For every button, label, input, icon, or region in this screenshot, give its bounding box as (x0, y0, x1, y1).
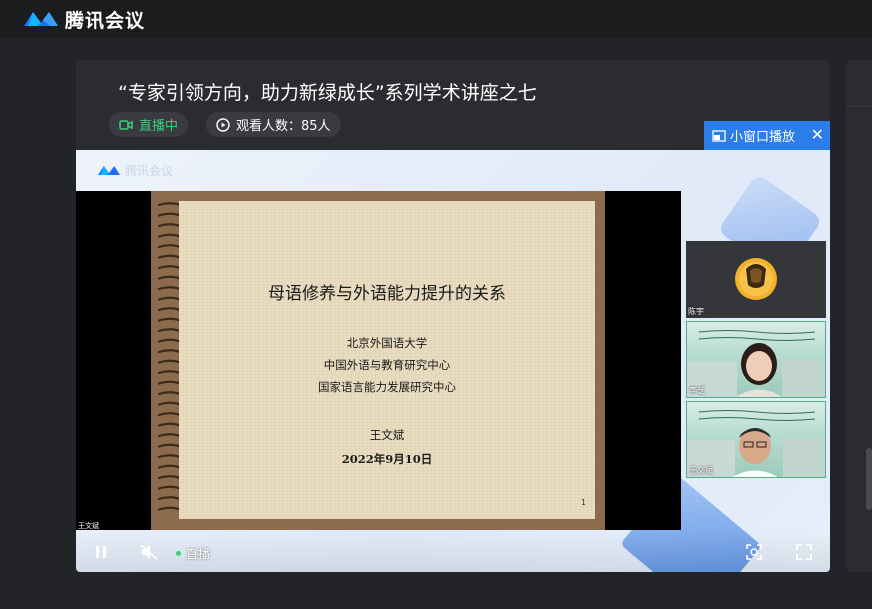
title-bar: 腾讯会议 (0, 0, 872, 38)
slide-org-3: 国家语言能力发展研究中心 (318, 380, 456, 394)
participant-name: 李芝 (689, 386, 705, 395)
watermark: 腾讯会议 (96, 162, 173, 179)
live-status-badge: 直播中 (109, 112, 189, 137)
slide-notebook: 母语修养与外语能力提升的关系 北京外国语大学 中国外语与教育研究中心 国家语言能… (151, 191, 605, 530)
tencent-meeting-logo-icon (22, 9, 60, 29)
viewer-count-badge: 观看人数：85人 (206, 112, 341, 137)
participant-list: 陈宇 李芝 王文斌 (686, 241, 826, 481)
slide-title: 母语修养与外语能力提升的关系 (268, 284, 506, 304)
participant-tile[interactable]: 李芝 (686, 321, 826, 398)
live-dot-icon (176, 551, 181, 556)
participant-name: 王文斌 (689, 466, 713, 475)
live-indicator: 直播 (176, 545, 210, 562)
watermark-text: 腾讯会议 (125, 164, 174, 178)
play-circle-icon (216, 117, 230, 132)
slide-speaker: 王文斌 (369, 428, 405, 442)
pause-icon[interactable] (94, 545, 108, 559)
app-name: 腾讯会议 (65, 9, 146, 32)
live-status-label: 直播中 (139, 119, 179, 134)
slide-page-number: 1 (581, 498, 587, 507)
live-indicator-label: 直播 (186, 547, 211, 561)
scrollbar[interactable] (866, 448, 872, 510)
mini-window-label: 小窗口播放 (730, 130, 796, 145)
watermark-logo-icon (97, 165, 121, 176)
video-player[interactable]: 腾讯会议 母语修养与外语能力提升的关系 北京外国语大学 中国外语与教育研究中心 … (76, 150, 830, 572)
slide-date: 2022年9月10日 (341, 452, 433, 466)
fullscreen-icon[interactable] (796, 544, 812, 560)
speaker-label: 王文斌 (78, 522, 99, 530)
slide-org-1: 北京外国语大学 (346, 336, 428, 350)
event-title: “专家引领方向，助力新绿成长”系列学术讲座之七 (118, 82, 537, 104)
mute-icon[interactable] (140, 544, 158, 560)
viewer-count-label: 观看人数：85人 (236, 119, 331, 134)
avatar (687, 343, 825, 397)
participant-tile[interactable]: 王文斌 (686, 401, 826, 478)
slide-org-2: 中国外语与教育研究中心 (323, 358, 451, 372)
participant-name: 陈宇 (688, 307, 704, 316)
mini-window-icon (712, 129, 726, 142)
live-stream-card: “专家引领方向，助力新绿成长”系列学术讲座之七 直播中 观看人数：85人 小窗口… (76, 60, 830, 572)
shared-screen: 母语修养与外语能力提升的关系 北京外国语大学 中国外语与教育研究中心 国家语言能… (76, 191, 681, 530)
participant-tile[interactable]: 陈宇 (686, 241, 826, 318)
screenshot-icon[interactable] (746, 544, 762, 560)
mini-window-button[interactable]: 小窗口播放 ✕ (704, 121, 830, 150)
camera-icon (119, 119, 133, 131)
player-controls: 直播 (76, 532, 830, 572)
close-icon[interactable]: ✕ (811, 125, 824, 145)
avatar (735, 258, 777, 300)
